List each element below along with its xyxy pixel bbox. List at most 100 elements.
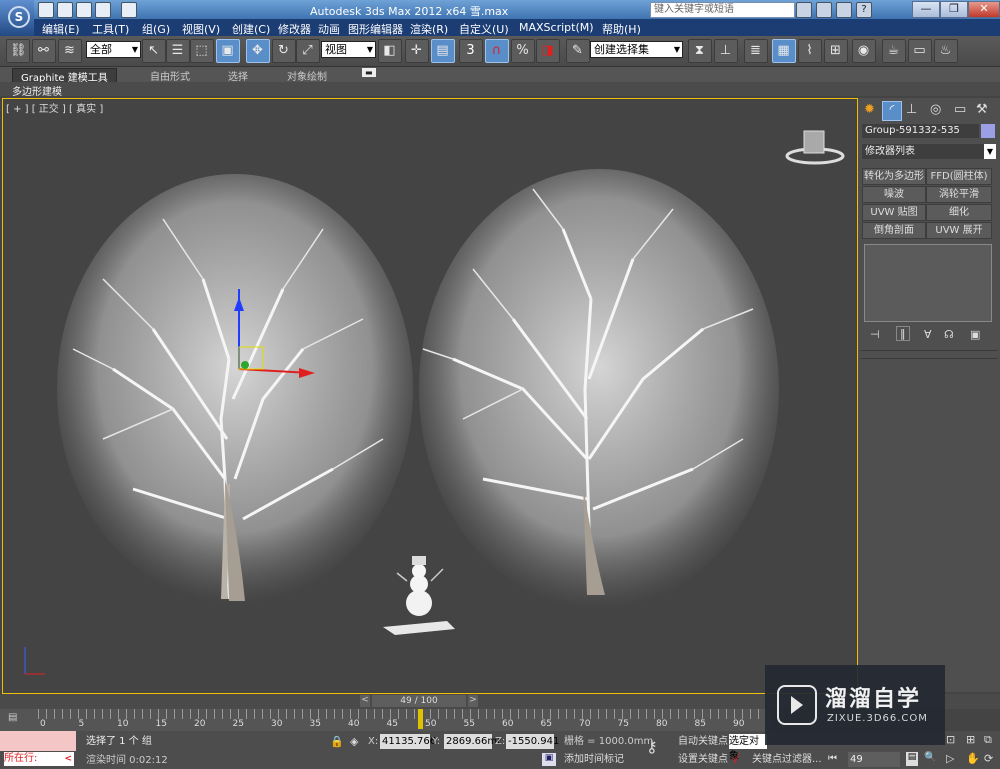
z-coord-field[interactable]: -1550.941 <box>506 734 559 749</box>
zoom-extents-icon[interactable]: ⊡ <box>946 733 955 746</box>
modifier-stack[interactable] <box>864 244 992 322</box>
manipulate-button[interactable]: ✛ <box>405 39 429 63</box>
menu-customize[interactable]: 自定义(U) <box>459 21 509 37</box>
track-bar[interactable]: ▤ 0 5 10 15 20 25 30 35 40 45 50 55 60 65 70 75 80 85 90 <box>0 709 770 731</box>
menu-views[interactable]: 视图(V) <box>182 21 220 37</box>
tools-icon[interactable] <box>816 2 832 18</box>
tab-freeform[interactable]: 自由形式 <box>150 68 190 83</box>
time-cursor[interactable] <box>418 709 423 729</box>
save-icon[interactable] <box>76 2 92 18</box>
add-time-tag[interactable]: 添加时间标记 <box>564 752 624 767</box>
auto-key-button[interactable]: 自动关键点 <box>678 734 728 749</box>
modify-tab-icon[interactable]: ◜ <box>882 101 902 121</box>
help-icon[interactable]: ? <box>856 2 872 18</box>
object-name-field[interactable]: Group-591332-535 <box>862 124 979 138</box>
pin-stack-icon[interactable]: ⊣ <box>870 328 880 341</box>
menu-create[interactable]: 创建(C) <box>232 21 270 37</box>
reference-coord-dropdown[interactable]: 视图 ▼ <box>321 41 376 58</box>
display-tab-icon[interactable]: ▭ <box>954 102 966 117</box>
lock-selection-icon[interactable]: 🔒 <box>330 735 344 748</box>
viewport[interactable] <box>2 98 858 694</box>
material-editor-button[interactable]: ◉ <box>852 39 876 63</box>
viewcube-icon[interactable] <box>785 130 845 165</box>
bind-spacewarp-button[interactable]: ≋ <box>58 39 82 63</box>
go-to-start-icon[interactable]: ⏮ <box>828 753 837 764</box>
binoculars-icon[interactable] <box>796 2 812 18</box>
viewport-label[interactable]: [ + ] [ 正交 ] [ 真实 ] <box>6 100 103 115</box>
percent-snap-button[interactable]: % <box>511 39 535 63</box>
edit-named-selection-button[interactable]: ✎ <box>566 39 590 63</box>
menu-edit[interactable]: 编辑(E) <box>42 21 80 37</box>
y-coord-field[interactable]: 2869.66mr <box>444 734 501 749</box>
create-tab-icon[interactable]: ✹ <box>864 102 880 118</box>
undo-icon[interactable] <box>95 2 111 18</box>
x-coord-field[interactable]: 41135.766 <box>380 734 436 749</box>
hierarchy-tab-icon[interactable]: ⊥ <box>906 102 917 117</box>
noise-button[interactable]: 噪波 <box>862 186 926 203</box>
curve-key-icon[interactable]: √ <box>732 752 740 766</box>
render-setup-button[interactable]: ☕ <box>882 39 906 63</box>
rect-selection-button[interactable]: ⬚ <box>190 39 214 63</box>
motion-tab-icon[interactable]: ◎ <box>930 102 941 117</box>
ffd-cylinder-button[interactable]: FFD(圆柱体) <box>926 168 992 185</box>
time-tag-icon[interactable]: ▣ <box>542 753 556 766</box>
absolute-mode-icon[interactable]: ◈ <box>350 735 358 748</box>
search-input[interactable]: 键入关键字或短语 <box>650 2 795 18</box>
select-move-button[interactable]: ✥ <box>246 39 270 63</box>
mirror-button[interactable]: ⧗ <box>688 39 712 63</box>
show-end-result-icon[interactable]: ‖ <box>896 326 910 341</box>
graphite-toggle-button[interactable]: ▦ <box>772 39 796 63</box>
orbit-icon[interactable]: ⟳ <box>984 752 993 765</box>
menu-help[interactable]: 帮助(H) <box>602 21 641 37</box>
key-icon[interactable]: ⚷ <box>646 737 658 756</box>
zoom-icon[interactable]: 🔍 <box>924 752 938 766</box>
menu-group[interactable]: 组(G) <box>142 21 170 37</box>
pan-icon[interactable]: ✋ <box>966 752 980 765</box>
uvw-map-button[interactable]: UVW 贴图 <box>862 204 926 221</box>
remove-modifier-icon[interactable]: ☊ <box>944 328 954 341</box>
spinner-snap-button[interactable]: ◨ <box>536 39 560 63</box>
turbosmooth-button[interactable]: 涡轮平滑 <box>926 186 992 203</box>
key-filters-button[interactable]: 关键点过滤器... <box>752 752 822 767</box>
configure-sets-icon[interactable]: ▣ <box>970 328 980 341</box>
tab-selection[interactable]: 选择 <box>228 68 248 83</box>
selection-filter-dropdown[interactable]: 全部 ▼ <box>86 41 141 58</box>
object-color-swatch[interactable] <box>981 124 995 138</box>
menu-animation[interactable]: 动画 <box>318 21 340 37</box>
make-unique-icon[interactable]: ∀ <box>924 328 932 341</box>
selected-dropdown[interactable]: 选定对象 <box>729 734 767 762</box>
snaps-toggle-button[interactable]: 3 <box>459 39 483 63</box>
bevel-profile-button[interactable]: 倒角剖面 <box>862 222 926 239</box>
script-line-field[interactable]: 所在行: < <box>4 752 74 766</box>
pivot-center-button[interactable]: ◧ <box>378 39 402 63</box>
named-selection-dropdown[interactable]: 创建选择集 ▼ <box>590 41 683 58</box>
current-frame-field[interactable]: 49 <box>848 752 900 767</box>
next-frame-icon[interactable]: > <box>468 695 478 707</box>
minimize-button[interactable]: — <box>912 1 940 18</box>
time-config-icon[interactable]: ▤ <box>906 752 918 766</box>
menu-graph-editors[interactable]: 图形编辑器 <box>348 21 403 37</box>
maxscript-listener[interactable] <box>0 731 76 751</box>
app-logo-icon[interactable]: S <box>0 0 34 36</box>
modifier-list-dropdown[interactable]: 修改器列表 ▼ <box>862 144 996 159</box>
field-of-view-icon[interactable]: ▷ <box>946 752 954 765</box>
window-crossing-button[interactable]: ▣ <box>216 39 240 63</box>
zoom-all-icon[interactable]: ⊞ <box>966 733 975 746</box>
redo-icon[interactable] <box>121 2 137 18</box>
prev-frame-icon[interactable]: < <box>360 695 370 707</box>
close-button[interactable]: ✕ <box>968 1 1000 18</box>
keyboard-shortcut-override-button[interactable]: ▤ <box>431 39 455 63</box>
utilities-tab-icon[interactable]: ⚒ <box>976 102 988 117</box>
render-production-button[interactable]: ♨ <box>934 39 958 63</box>
open-file-icon[interactable] <box>57 2 73 18</box>
rendered-frame-button[interactable]: ▭ <box>908 39 932 63</box>
frame-indicator[interactable]: 49 / 100 <box>372 695 466 707</box>
select-object-button[interactable]: ↖ <box>142 39 166 63</box>
new-file-icon[interactable] <box>38 2 54 18</box>
curve-editor-button[interactable]: ⌇ <box>798 39 822 63</box>
convert-poly-button[interactable]: 转化为多边形 <box>862 168 926 185</box>
set-key-button[interactable]: 设置关键点 <box>678 752 728 767</box>
unwrap-uvw-button[interactable]: UVW 展开 <box>926 222 992 239</box>
polygon-modeling-label[interactable]: 多边形建模 <box>12 83 62 98</box>
link-button[interactable]: ⛓ <box>6 39 30 63</box>
